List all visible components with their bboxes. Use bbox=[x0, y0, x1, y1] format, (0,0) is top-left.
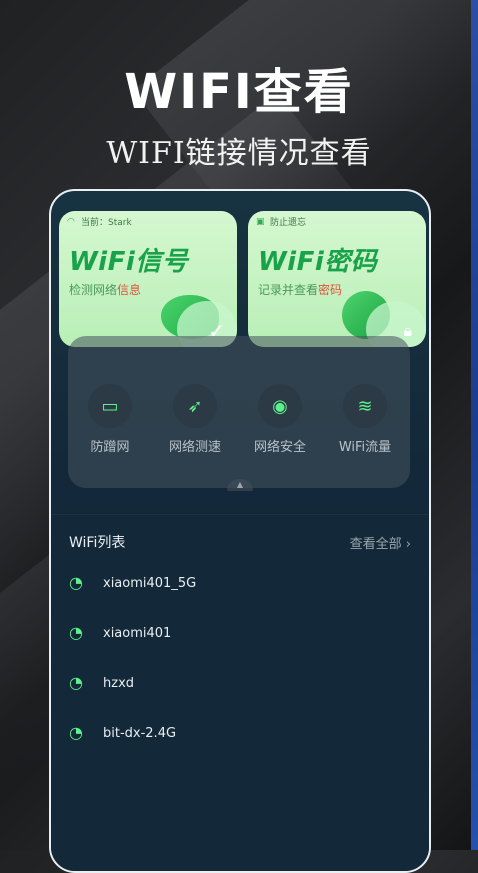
router-icon: ▭ bbox=[88, 384, 132, 428]
tool-speed-test[interactable]: ➶ 网络测速 bbox=[155, 384, 235, 455]
wifi-network-row[interactable]: ◔ xiaomi401 bbox=[69, 621, 171, 645]
lock-icon: 🔒︎ bbox=[403, 321, 412, 340]
wifi-icon: ◔ bbox=[69, 573, 83, 592]
wifi-password-card[interactable]: ▣ 防止遗忘 WiFi密码 记录并查看密码 🔒︎ bbox=[248, 211, 426, 347]
network-name: xiaomi401 bbox=[103, 625, 172, 641]
wifi-icon: ≋ bbox=[343, 384, 387, 428]
tools-panel: ▭ 防蹭网 ➶ 网络测速 ◉ 网络安全 ≋ WiFi流量 bbox=[68, 336, 410, 488]
tool-network-security[interactable]: ◉ 网络安全 bbox=[240, 384, 320, 455]
wifi-network-row[interactable]: ◔ hzxd bbox=[69, 671, 134, 695]
hero-subtitle: WIFI链接情况查看 bbox=[106, 136, 372, 171]
network-name: xiaomi401_5G bbox=[103, 575, 197, 591]
lock-icon: ▣ bbox=[256, 216, 265, 227]
tool-anti-freeloader[interactable]: ▭ 防蹭网 bbox=[70, 384, 150, 455]
network-name: bit-dx-2.4G bbox=[103, 725, 177, 741]
tool-wifi-traffic[interactable]: ≋ WiFi流量 bbox=[325, 384, 405, 455]
wifi-icon: ◔ bbox=[69, 723, 83, 742]
shield-icon: ◉ bbox=[258, 384, 302, 428]
card-badge: 防止遗忘 bbox=[270, 218, 307, 228]
card-badge: 当前：Stark bbox=[81, 218, 132, 228]
wifi-signal-card[interactable]: ◠ 当前：Stark WiFi信号 检测网络信息 ✓ bbox=[59, 211, 237, 347]
card-description: 检测网络信息 bbox=[69, 283, 142, 297]
view-all-link[interactable]: 查看全部 › bbox=[350, 533, 411, 552]
wifi-icon: ◔ bbox=[69, 673, 83, 692]
wifi-network-row[interactable]: ◔ bit-dx-2.4G bbox=[69, 721, 176, 745]
card-title: WiFi信号 bbox=[69, 247, 189, 277]
network-name: hzxd bbox=[103, 675, 135, 691]
card-title: WiFi密码 bbox=[258, 247, 378, 277]
phone-frame: ◠ 当前：Stark WiFi信号 检测网络信息 ✓ ▣ 防止遗忘 WiFi密码… bbox=[49, 189, 431, 873]
wifi-icon: ◠ bbox=[67, 216, 75, 227]
rocket-icon: ➶ bbox=[173, 384, 217, 428]
wifi-list-title: WiFi列表 bbox=[69, 535, 126, 551]
wifi-icon: ◔ bbox=[69, 623, 83, 642]
wifi-network-row[interactable]: ◔ xiaomi401_5G bbox=[69, 571, 196, 595]
wifi-list-panel: WiFi列表 查看全部 › ◔ xiaomi401_5G ◔ xiaomi401… bbox=[51, 514, 429, 871]
hero-title: WIFI查看 bbox=[124, 64, 354, 120]
card-description: 记录并查看密码 bbox=[258, 283, 343, 297]
